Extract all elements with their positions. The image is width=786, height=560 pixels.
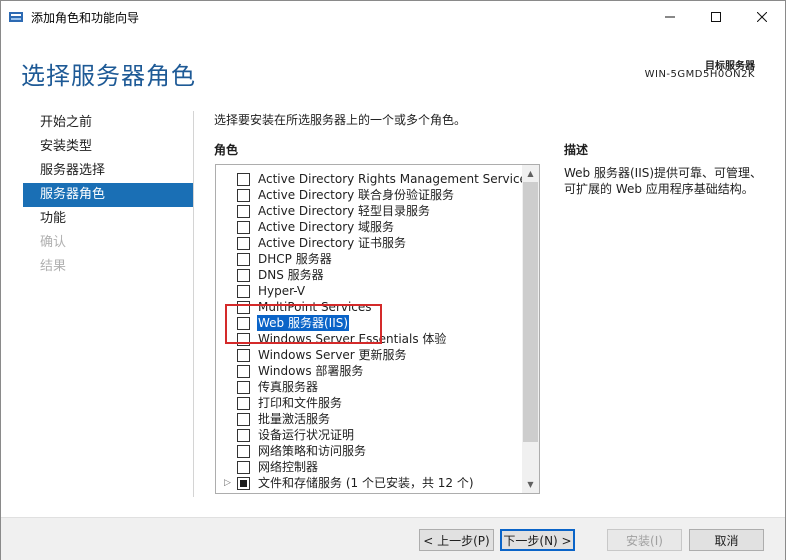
wizard-steps-nav: 开始之前 安装类型 服务器选择 服务器角色 功能 确认 结果 (23, 111, 193, 279)
role-checkbox[interactable] (237, 349, 250, 362)
annotation-highlight-box (225, 304, 382, 344)
role-checkbox[interactable] (237, 461, 250, 474)
role-checkbox[interactable] (237, 397, 250, 410)
description-header: 描述 (564, 143, 589, 157)
wizard-window: 添加角色和功能向导 选择服务器角色 目标服务器 WIN-5GMD5H0ON2K … (0, 0, 786, 560)
role-item[interactable]: Active Directory 轻型目录服务 (216, 203, 524, 219)
cancel-button[interactable]: 取消 (689, 529, 764, 551)
title-bar[interactable]: 添加角色和功能向导 (1, 1, 785, 32)
role-label: Active Directory 域服务 (258, 220, 395, 234)
role-label: 文件和存储服务 (1 个已安装，共 12 个) (258, 476, 474, 490)
scroll-down-arrow-icon[interactable]: ▼ (522, 476, 539, 493)
role-item[interactable]: 打印和文件服务 (216, 395, 524, 411)
role-item[interactable]: DNS 服务器 (216, 267, 524, 283)
role-item[interactable]: DHCP 服务器 (216, 251, 524, 267)
nav-divider (193, 111, 194, 497)
role-item[interactable]: Active Directory 域服务 (216, 219, 524, 235)
destination-server-value: WIN-5GMD5H0ON2K (644, 69, 755, 80)
role-label: Active Directory 证书服务 (258, 236, 407, 250)
nav-item-before-you-begin[interactable]: 开始之前 (23, 111, 193, 135)
role-checkbox[interactable] (237, 285, 250, 298)
role-label: Hyper-V (258, 284, 306, 298)
role-label: Active Directory 联合身份验证服务 (258, 188, 455, 202)
role-item[interactable]: 网络控制器 (216, 459, 524, 475)
role-item-file-storage[interactable]: ▷ 文件和存储服务 (1 个已安装，共 12 个) (216, 475, 524, 491)
server-manager-icon (8, 9, 24, 25)
nav-item-server-selection[interactable]: 服务器选择 (23, 159, 193, 183)
minimize-button[interactable] (647, 1, 693, 32)
role-label: Windows 部署服务 (258, 364, 364, 378)
wizard-footer: < 上一步(P) 下一步(N) > 安装(I) 取消 (1, 517, 785, 560)
description-text: Web 服务器(IIS)提供可靠、可管理、可扩展的 Web 应用程序基础结构。 (564, 166, 763, 196)
role-item[interactable]: 网络策略和访问服务 (216, 443, 524, 459)
role-item[interactable]: Windows Server 更新服务 (216, 347, 524, 363)
role-label: 批量激活服务 (258, 412, 331, 426)
scroll-thumb[interactable] (523, 182, 538, 442)
role-label: DNS 服务器 (258, 268, 324, 282)
wizard-header: 选择服务器角色 目标服务器 WIN-5GMD5H0ON2K (1, 32, 785, 102)
role-label: Active Directory Rights Management Servi… (258, 172, 534, 186)
nav-item-confirmation: 确认 (40, 235, 67, 250)
role-label: 打印和文件服务 (258, 396, 343, 410)
maximize-button[interactable] (693, 1, 739, 32)
role-item[interactable]: 批量激活服务 (216, 411, 524, 427)
next-button[interactable]: 下一步(N) > (500, 529, 575, 551)
role-checkbox[interactable] (237, 413, 250, 426)
role-item[interactable]: 设备运行状况证明 (216, 427, 524, 443)
close-icon (757, 11, 767, 22)
role-item[interactable]: Active Directory Rights Management Servi… (216, 171, 533, 187)
role-item[interactable]: Windows 部署服务 (216, 363, 524, 379)
window-title: 添加角色和功能向导 (31, 11, 140, 25)
role-checkbox[interactable] (237, 429, 250, 442)
role-checkbox[interactable] (237, 253, 250, 266)
role-label: 设备运行状况证明 (258, 428, 355, 442)
close-button[interactable] (739, 1, 785, 32)
scroll-up-arrow-icon[interactable]: ▲ (522, 165, 539, 182)
role-label: DHCP 服务器 (258, 252, 332, 266)
nav-item-server-roles[interactable]: 服务器角色 (23, 183, 193, 207)
roles-scrollbar[interactable]: ▲ ▼ (522, 165, 539, 493)
role-checkbox[interactable] (237, 173, 250, 186)
maximize-icon (711, 11, 721, 22)
role-label: 网络策略和访问服务 (258, 444, 367, 458)
role-item[interactable]: Active Directory 证书服务 (216, 235, 524, 251)
role-checkbox[interactable] (237, 189, 250, 202)
role-item[interactable]: Active Directory 联合身份验证服务 (216, 187, 524, 203)
role-label: 传真服务器 (258, 380, 319, 394)
role-checkbox[interactable] (237, 365, 250, 378)
nav-item-installation-type[interactable]: 安装类型 (23, 135, 193, 159)
role-checkbox[interactable] (237, 381, 250, 394)
role-checkbox[interactable] (237, 269, 250, 282)
expand-arrow-icon[interactable]: ▷ (224, 475, 234, 491)
install-button: 安装(I) (607, 529, 682, 551)
role-label: Active Directory 轻型目录服务 (258, 204, 431, 218)
minimize-icon (665, 16, 675, 17)
previous-button[interactable]: < 上一步(P) (419, 529, 494, 551)
role-label: 网络控制器 (258, 460, 319, 474)
role-item[interactable]: Hyper-V (216, 283, 524, 299)
role-checkbox[interactable] (237, 221, 250, 234)
roles-header: 角色 (214, 143, 239, 157)
nav-item-results: 结果 (40, 259, 67, 274)
role-checkbox-partial[interactable] (237, 477, 250, 490)
role-item[interactable]: 传真服务器 (216, 379, 524, 395)
role-checkbox[interactable] (237, 237, 250, 250)
role-checkbox[interactable] (237, 205, 250, 218)
page-title: 选择服务器角色 (21, 62, 196, 90)
nav-item-features[interactable]: 功能 (23, 207, 193, 231)
instruction-text: 选择要安装在所选服务器上的一个或多个角色。 (214, 113, 467, 127)
role-checkbox[interactable] (237, 445, 250, 458)
role-label: Windows Server 更新服务 (258, 348, 407, 362)
